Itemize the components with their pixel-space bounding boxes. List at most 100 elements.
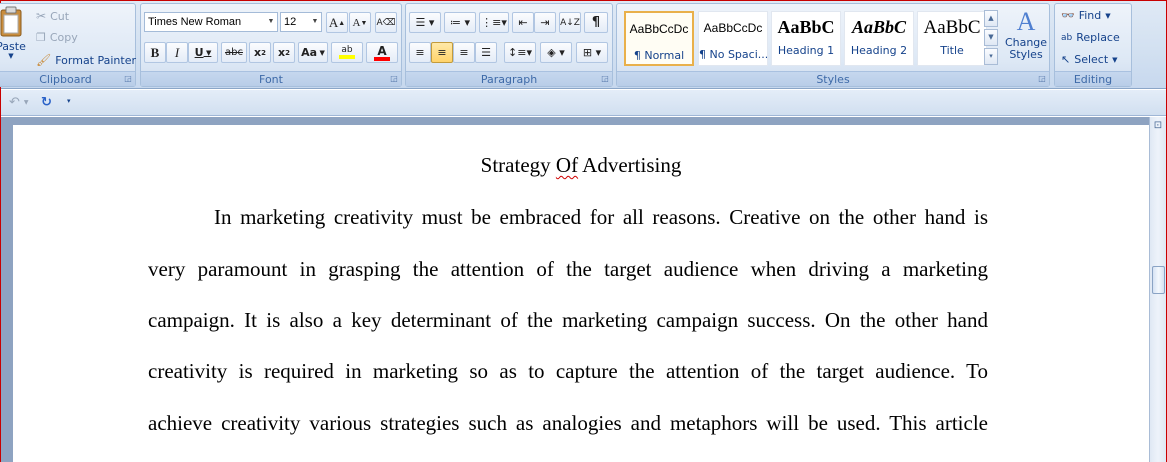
style-name: ¶ No Spaci...	[699, 48, 768, 61]
highlighter-icon: ab	[341, 45, 353, 55]
style-name: Title	[940, 44, 964, 57]
scrollbar-thumb[interactable]	[1152, 266, 1165, 294]
chevron-down-icon: ▼	[311, 18, 319, 25]
title-word: Strategy	[480, 153, 551, 177]
paste-button[interactable]: Paste ▼	[0, 6, 26, 68]
replace-button[interactable]: ab Replace	[1061, 31, 1120, 44]
style-sample: AaBbC	[777, 17, 835, 37]
highlight-button[interactable]: ab	[331, 42, 363, 63]
gallery-scroll-up[interactable]: ▲	[984, 10, 998, 27]
align-right-button[interactable]: ≡	[453, 42, 475, 63]
select-button[interactable]: ↖ Select ▼	[1061, 53, 1118, 66]
bold-icon: B	[150, 44, 160, 60]
editing-group-label: Editing	[1055, 71, 1131, 86]
font-group: Times New Roman ▼ 12 ▼ A ▲ A ▼ A⌫ B I U ▼ …	[140, 3, 402, 87]
paintbrush-icon: 🖌	[36, 53, 52, 67]
font-color-icon: A	[377, 43, 387, 58]
chevron-down-icon: ▼	[267, 18, 275, 25]
document-page[interactable]: Strategy Of Advertising In marketing cre…	[13, 125, 1149, 462]
change-styles-button[interactable]: A Change Styles	[1003, 8, 1049, 61]
chevron-down-icon: ▼	[1112, 55, 1118, 64]
style-sample: AaBbC	[923, 17, 981, 38]
copy-button[interactable]: ❐ Copy	[36, 31, 78, 44]
superscript-button[interactable]: x2	[273, 42, 295, 63]
highlight-color-bar	[339, 55, 355, 59]
bullets-icon: ☰ ▾	[415, 16, 435, 29]
cursor-arrow-icon: ↖	[1061, 53, 1071, 66]
paint-bucket-icon: ◈ ▾	[547, 46, 565, 59]
align-center-button[interactable]: ≡	[431, 42, 453, 63]
clear-formatting-button[interactable]: A⌫	[375, 12, 397, 33]
style-sample: AaBbC	[851, 17, 907, 37]
change-case-icon: Aa	[301, 46, 318, 59]
style-no-spacing[interactable]: AaBbCcDc ¶ No Spaci...	[698, 11, 768, 66]
find-button[interactable]: 👓 Find ▼	[1061, 9, 1111, 22]
borders-button[interactable]: ⊞ ▾	[576, 42, 608, 63]
style-title[interactable]: AaBbC Title	[917, 11, 987, 66]
change-styles-icon: A	[1016, 7, 1036, 36]
increase-indent-button[interactable]: ⇥	[534, 12, 556, 33]
redo-button[interactable]: ↻	[41, 95, 52, 110]
font-color-button[interactable]: A	[366, 42, 398, 63]
change-styles-label: Change Styles	[1004, 36, 1048, 61]
align-left-button[interactable]: ≡	[409, 42, 431, 63]
style-sample: AaBbCcDc	[703, 21, 763, 35]
underline-button[interactable]: U ▼	[188, 42, 218, 63]
paragraph-group-label: Paragraph	[406, 71, 612, 86]
decrease-indent-button[interactable]: ⇤	[512, 12, 534, 33]
undo-icon: ↶	[9, 95, 20, 110]
vertical-scrollbar[interactable]: ⊡	[1149, 117, 1166, 462]
dialog-launcher-icon[interactable]: ◲	[124, 75, 132, 83]
style-heading-2[interactable]: AaBbC Heading 2	[844, 11, 914, 66]
paragraph-line: campaign. It is also a key determinant o…	[148, 308, 988, 332]
multilevel-list-icon: ⋮≡▾	[481, 16, 507, 29]
style-heading-1[interactable]: AaBbC Heading 1	[771, 11, 841, 66]
replace-label: Replace	[1076, 31, 1120, 44]
chevron-down-icon: ▼	[8, 52, 14, 60]
change-case-button[interactable]: Aa ▼	[298, 42, 328, 63]
style-name: ¶ Normal	[633, 49, 685, 62]
dialog-launcher-icon[interactable]: ◲	[390, 75, 398, 83]
pilcrow-icon: ¶	[591, 15, 601, 30]
format-painter-button[interactable]: 🖌 Format Painter	[36, 53, 136, 67]
binoculars-icon: 👓	[1061, 9, 1075, 22]
align-left-icon: ≡	[415, 46, 425, 59]
grow-font-button[interactable]: A ▲	[326, 12, 348, 33]
paragraph-line: creativity is required in marketing so a…	[148, 359, 988, 383]
justify-button[interactable]: ☰	[475, 42, 497, 63]
shading-button[interactable]: ◈ ▾	[540, 42, 572, 63]
bullets-button[interactable]: ☰ ▾	[409, 12, 441, 33]
format-painter-label: Format Painter	[55, 53, 137, 67]
customize-qat-button[interactable]: ▾	[67, 97, 71, 105]
cut-button[interactable]: ✂ Cut	[36, 9, 69, 23]
borders-icon: ⊞ ▾	[582, 46, 602, 59]
font-size-combo[interactable]: 12 ▼	[280, 12, 322, 32]
align-center-icon: ≡	[437, 46, 447, 59]
ribbon: Paste ▼ ✂ Cut ❐ Copy 🖌 Format Painter Cl…	[0, 1, 1166, 89]
undo-button[interactable]: ↶ ▼	[9, 95, 29, 110]
sort-icon: A↓Z	[560, 17, 580, 28]
gallery-scroll-down[interactable]: ▼	[984, 29, 998, 46]
dialog-launcher-icon[interactable]: ◲	[1038, 75, 1046, 83]
sort-button[interactable]: A↓Z	[559, 12, 581, 33]
shrink-font-button[interactable]: A ▼	[349, 12, 371, 33]
show-formatting-button[interactable]: ¶	[584, 12, 608, 33]
dialog-launcher-icon[interactable]: ◲	[601, 75, 609, 83]
paragraph-line: achieve creativity various strategies su…	[148, 411, 988, 435]
align-right-icon: ≡	[459, 46, 469, 59]
gallery-more[interactable]: ▾	[984, 48, 998, 65]
strikethrough-button[interactable]: abc	[221, 42, 247, 63]
numbering-button[interactable]: ≔ ▾	[444, 12, 476, 33]
ruler-toggle-icon[interactable]: ⊡	[1151, 119, 1165, 133]
superscript-icon: x	[278, 46, 286, 59]
multilevel-list-button[interactable]: ⋮≡▾	[479, 12, 509, 33]
decrease-indent-icon: ⇤	[518, 16, 528, 29]
paragraph-group: ☰ ▾ ≔ ▾ ⋮≡▾ ⇤ ⇥ A↓Z ¶ ≡ ≡ ≡ ☰ ↕≡▾ ◈ ▾ ⊞ …	[405, 3, 613, 87]
line-spacing-button[interactable]: ↕≡▾	[504, 42, 536, 63]
font-name-combo[interactable]: Times New Roman ▼	[144, 12, 278, 32]
subscript-button[interactable]: x2	[249, 42, 271, 63]
bold-button[interactable]: B	[144, 42, 166, 63]
italic-button[interactable]: I	[166, 42, 188, 63]
font-group-label: Font	[141, 71, 401, 86]
style-normal[interactable]: AaBbCcDc ¶ Normal	[624, 11, 694, 66]
